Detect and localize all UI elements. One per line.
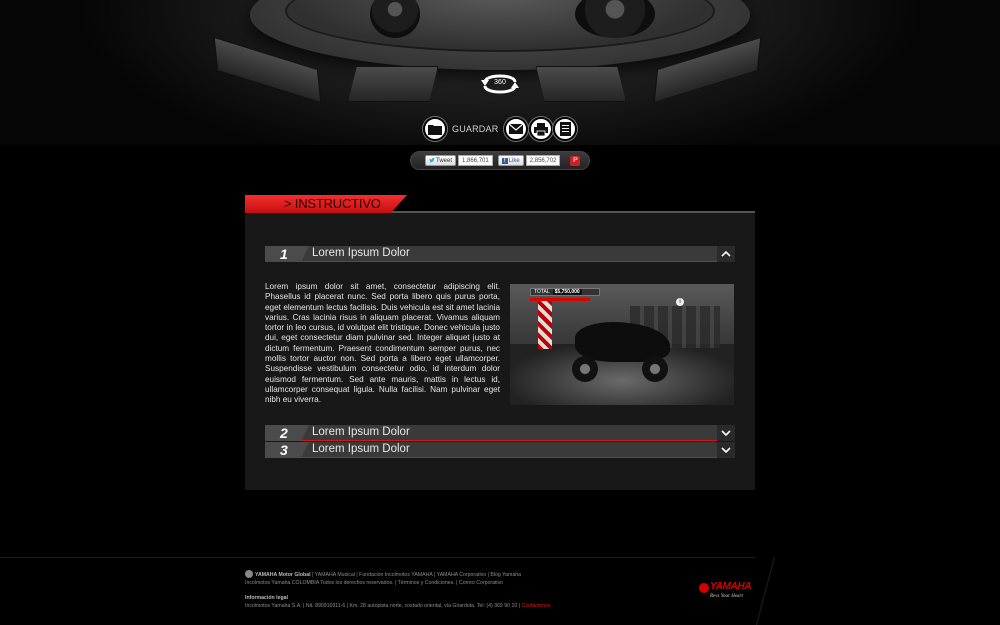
accordion-title: Lorem Ipsum Dolor xyxy=(312,247,410,259)
accordion-header-2[interactable]: 2 Lorem Ipsum Dolor xyxy=(265,425,735,441)
action-toolbar: GUARDAR xyxy=(423,116,577,142)
legal-text: Incolmotos Yamaha S.A. | Nit. 890916911-… xyxy=(245,603,522,609)
contact-link[interactable]: Contáctenos xyxy=(521,603,550,609)
printer-icon xyxy=(533,122,548,136)
accordion-body-text: Lorem ipsum dolor sit amet, consectetur … xyxy=(265,282,500,405)
yamaha-logo[interactable]: YAMAHA Revs Your Heart xyxy=(699,581,757,605)
facebook-icon: f xyxy=(501,157,508,164)
chevron-down-icon[interactable] xyxy=(717,425,735,441)
footer-links[interactable]: | YAMAHA Musical | Fundación Incolmotos … xyxy=(311,572,521,578)
envelope-icon xyxy=(509,124,524,134)
tuning-fork-icon xyxy=(699,583,709,593)
accordion-number: 3 xyxy=(265,442,309,458)
logo-tagline: Revs Your Heart xyxy=(710,594,743,599)
footer-links-row: YAMAHA Motor Global | YAMAHA Musical | F… xyxy=(245,570,685,579)
footer-brand-link[interactable]: YAMAHA Motor Global xyxy=(255,572,311,578)
scooter-preview-image: TOTAL $5,750,000 i xyxy=(510,284,734,405)
rotate-right-segment-inner[interactable] xyxy=(536,66,626,102)
logo-word: YAMAHA xyxy=(710,581,752,592)
footer: YAMAHA Motor Global | YAMAHA Musical | F… xyxy=(245,570,685,610)
like-label: Like xyxy=(508,157,520,164)
tweet-button[interactable]: Tweet xyxy=(425,155,457,166)
twitter-bird-icon xyxy=(429,158,435,163)
tweet-count: 1,866,701 xyxy=(458,155,493,166)
save-button-label[interactable]: GUARDAR xyxy=(452,124,498,134)
tweet-label: Tweet xyxy=(436,157,453,164)
accordion-number: 1 xyxy=(265,246,309,262)
accordion-title: Lorem Ipsum Dolor xyxy=(312,426,410,438)
like-button[interactable]: f Like xyxy=(497,155,524,166)
legal-title: Información legal xyxy=(245,595,288,601)
accordion-header-1[interactable]: 1 Lorem Ipsum Dolor xyxy=(265,246,735,262)
chevron-down-icon[interactable] xyxy=(717,442,735,458)
legal-row: Incolmotos Yamaha S.A. | Nit. 890916911-… xyxy=(245,602,685,610)
chevron-up-icon[interactable] xyxy=(717,246,735,262)
section-tab: > INSTRUCTIVO xyxy=(245,195,407,213)
pinterest-icon: P xyxy=(573,157,578,164)
info-icon: i xyxy=(676,298,684,306)
rotate-left-segment-inner[interactable] xyxy=(348,66,438,102)
print-button[interactable] xyxy=(528,117,553,141)
accordion-number: 2 xyxy=(265,425,309,441)
section-title: > INSTRUCTIVO xyxy=(284,196,381,211)
folder-icon xyxy=(428,125,442,135)
document-button[interactable] xyxy=(553,117,577,141)
preview-total: TOTAL $5,750,000 xyxy=(530,288,600,296)
footer-rights: Incolmotos Yamaha COLOMBIA Todos los der… xyxy=(245,580,504,586)
footer-divider xyxy=(0,557,755,558)
email-button[interactable] xyxy=(504,117,529,141)
globe-icon xyxy=(245,570,253,578)
pinterest-button[interactable]: P xyxy=(570,155,581,166)
accordion-title: Lorem Ipsum Dolor xyxy=(312,443,410,455)
document-icon xyxy=(559,122,571,136)
like-count: 2,856,702 xyxy=(525,155,561,166)
social-share-bar: Tweet 1,866,701 f Like 2,856,702 P xyxy=(410,151,590,170)
accordion-header-3[interactable]: 3 Lorem Ipsum Dolor xyxy=(265,442,735,458)
rotate-360-icon[interactable]: 360 xyxy=(479,70,521,98)
folder-button[interactable] xyxy=(423,117,447,141)
rotate-360-label: 360 xyxy=(494,79,506,86)
